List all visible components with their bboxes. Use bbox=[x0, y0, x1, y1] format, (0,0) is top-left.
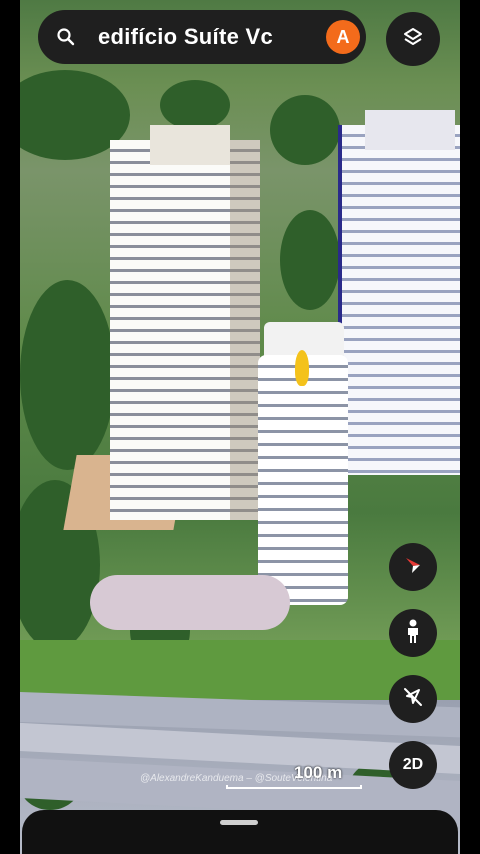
bottom-sheet[interactable] bbox=[22, 810, 458, 854]
search-bar[interactable]: edifício Suíte Vc A bbox=[38, 10, 366, 64]
navigation-off-icon bbox=[401, 685, 425, 714]
layers-button[interactable] bbox=[386, 12, 440, 66]
street-view-button[interactable] bbox=[389, 609, 437, 657]
location-pin-icon[interactable] bbox=[295, 350, 309, 386]
search-icon[interactable] bbox=[56, 27, 76, 47]
building-left-tower bbox=[110, 140, 260, 520]
building-center-tower[interactable] bbox=[258, 355, 348, 605]
tree-cluster bbox=[270, 95, 340, 165]
navigation-button[interactable] bbox=[389, 675, 437, 723]
satellite-map-3d-view[interactable] bbox=[20, 0, 460, 854]
layers-icon bbox=[402, 26, 424, 53]
view-mode-2d-button[interactable]: 2D bbox=[389, 741, 437, 789]
building-left-roof bbox=[150, 125, 230, 165]
scale-bar-line bbox=[226, 785, 362, 789]
watermark-text: @AlexandreKanduema – @SouteVelentina bbox=[140, 773, 333, 784]
drag-handle[interactable] bbox=[220, 820, 258, 825]
building-right-tower bbox=[338, 125, 460, 475]
tree-cluster bbox=[280, 210, 340, 310]
compass-button[interactable] bbox=[389, 543, 437, 591]
tree-cluster bbox=[20, 280, 115, 470]
plaza-area bbox=[90, 575, 290, 630]
search-query-text[interactable]: edifício Suíte Vc bbox=[98, 24, 308, 50]
account-avatar[interactable]: A bbox=[326, 20, 360, 54]
compass-icon bbox=[401, 553, 425, 582]
tree-cluster bbox=[160, 80, 230, 130]
building-right-roof bbox=[365, 110, 455, 150]
pegman-icon bbox=[402, 618, 424, 649]
